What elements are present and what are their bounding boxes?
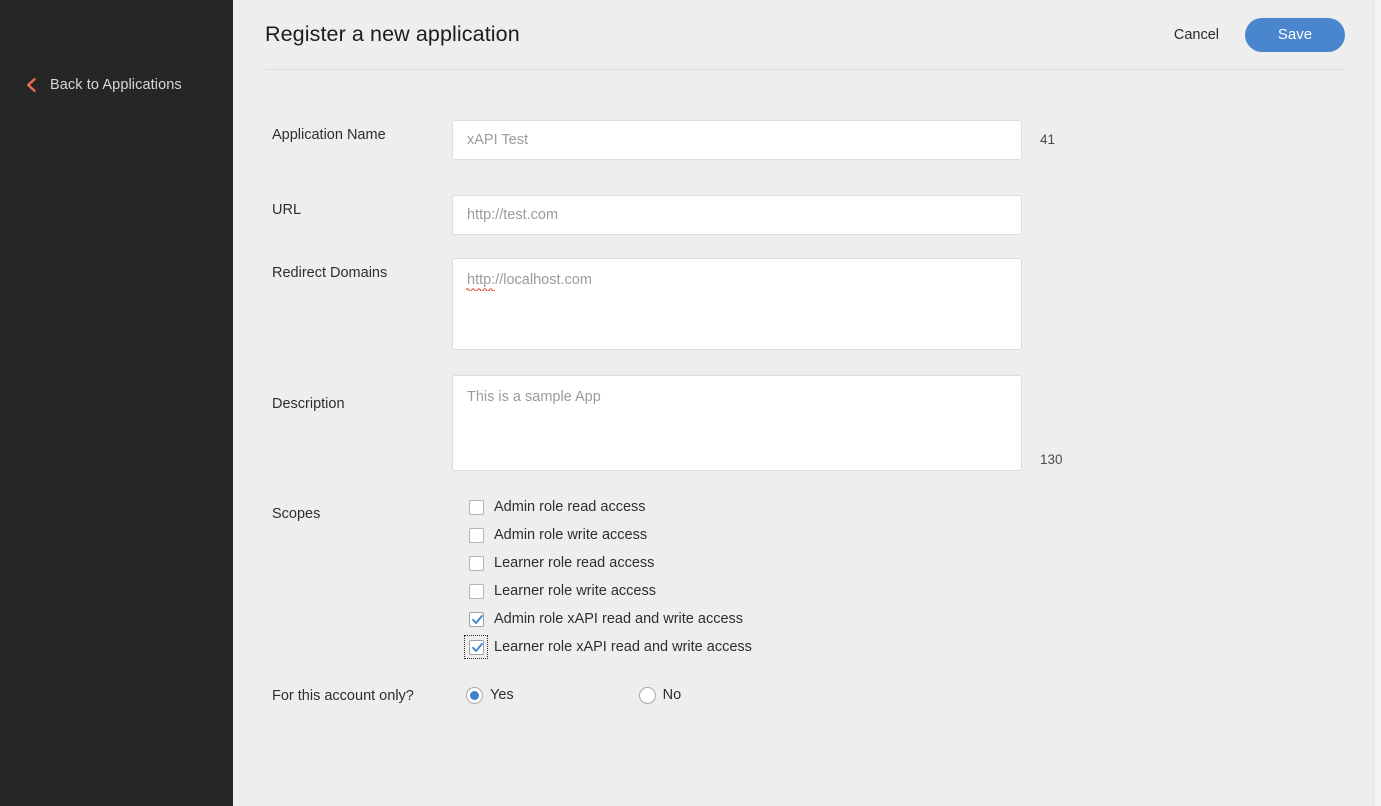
scope-item-label: Learner role xAPI read and write access xyxy=(494,638,752,656)
account-only-option[interactable]: Yes xyxy=(466,686,514,704)
radio-unselected-icon[interactable] xyxy=(639,687,656,704)
scope-checkbox[interactable] xyxy=(466,525,486,545)
save-button[interactable]: Save xyxy=(1245,18,1345,52)
back-to-applications-link[interactable]: Back to Applications xyxy=(24,77,182,93)
scope-item[interactable]: Admin role read access xyxy=(466,493,752,521)
description-textarea[interactable] xyxy=(452,375,1022,471)
cancel-button[interactable]: Cancel xyxy=(1166,21,1227,49)
checkbox-unchecked-icon xyxy=(469,500,484,515)
checkbox-unchecked-icon xyxy=(469,584,484,599)
account-only-option-label: No xyxy=(663,686,682,704)
application-name-counter: 41 xyxy=(1040,120,1055,149)
scope-item[interactable]: Learner role read access xyxy=(466,549,752,577)
scopes-checkbox-list: Admin role read access Admin role write a… xyxy=(466,493,752,661)
account-only-label: For this account only? xyxy=(272,686,452,705)
sidebar: Back to Applications xyxy=(0,0,233,806)
page-title: Register a new application xyxy=(265,22,520,47)
scope-item[interactable]: Admin role write access xyxy=(466,521,752,549)
application-window: Back to Applications Register a new appl… xyxy=(0,0,1381,806)
back-to-applications-label: Back to Applications xyxy=(50,77,182,93)
redirect-domains-textarea[interactable] xyxy=(452,258,1022,350)
header-actions: Cancel Save xyxy=(1166,18,1345,52)
application-name-input[interactable] xyxy=(452,120,1022,160)
account-only-radio-group: Yes No xyxy=(466,686,681,704)
scope-checkbox[interactable] xyxy=(466,609,486,629)
account-only-control: Yes No xyxy=(452,686,681,704)
redirect-domains-label: Redirect Domains xyxy=(272,258,452,282)
checkmark-icon xyxy=(471,641,484,654)
scope-item-label: Learner role read access xyxy=(494,554,654,572)
scope-item-label: Admin role xAPI read and write access xyxy=(494,610,743,628)
scope-checkbox[interactable] xyxy=(466,497,486,517)
scopes-control: Admin role read access Admin role write a… xyxy=(452,493,752,661)
account-only-option[interactable]: No xyxy=(639,686,682,704)
chevron-left-icon xyxy=(24,77,38,93)
scope-item-label: Admin role write access xyxy=(494,526,647,544)
account-only-option-label: Yes xyxy=(490,686,514,704)
scopes-label: Scopes xyxy=(272,493,452,523)
radio-selected-icon[interactable] xyxy=(466,687,483,704)
redirect-domains-control xyxy=(452,258,1022,355)
main-content: Register a new application Cancel Save A… xyxy=(233,0,1381,806)
description-label: Description xyxy=(272,375,452,413)
url-input[interactable] xyxy=(452,195,1022,235)
checkbox-checked-icon xyxy=(469,612,484,627)
scope-item-label: Learner role write access xyxy=(494,582,656,600)
application-name-control: 41 xyxy=(452,120,1055,160)
form-row-scopes: Scopes Admin role read accessAdmin role … xyxy=(233,493,1381,661)
url-control xyxy=(452,195,1022,235)
scope-checkbox[interactable] xyxy=(466,637,486,657)
scope-item[interactable]: Learner role xAPI read and write access xyxy=(466,633,752,661)
description-control: 130 xyxy=(452,375,1063,471)
form-row-redirect-domains: Redirect Domains xyxy=(233,258,1381,355)
checkbox-unchecked-icon xyxy=(469,528,484,543)
scope-checkbox[interactable] xyxy=(466,553,486,573)
redirect-domains-input-wrap xyxy=(452,258,1022,355)
register-application-form: Application Name 41 URL Redirect Domains xyxy=(233,70,1381,705)
checkbox-unchecked-icon xyxy=(469,556,484,571)
form-row-account-only: For this account only? Yes No xyxy=(233,686,1381,705)
form-row-application-name: Application Name 41 xyxy=(233,120,1381,160)
form-row-description: Description 130 xyxy=(233,375,1381,471)
scope-item[interactable]: Admin role xAPI read and write access xyxy=(466,605,752,633)
url-label: URL xyxy=(272,195,452,219)
vertical-scrollbar[interactable] xyxy=(1373,0,1381,806)
description-counter: 130 xyxy=(1040,451,1063,471)
scope-item[interactable]: Learner role write access xyxy=(466,577,752,605)
form-row-url: URL xyxy=(233,195,1381,235)
scope-checkbox[interactable] xyxy=(466,581,486,601)
page-header: Register a new application Cancel Save xyxy=(265,0,1345,70)
checkbox-checked-icon xyxy=(469,640,484,655)
checkmark-icon xyxy=(471,613,484,626)
application-name-label: Application Name xyxy=(272,120,452,144)
scope-item-label: Admin role read access xyxy=(494,498,646,516)
